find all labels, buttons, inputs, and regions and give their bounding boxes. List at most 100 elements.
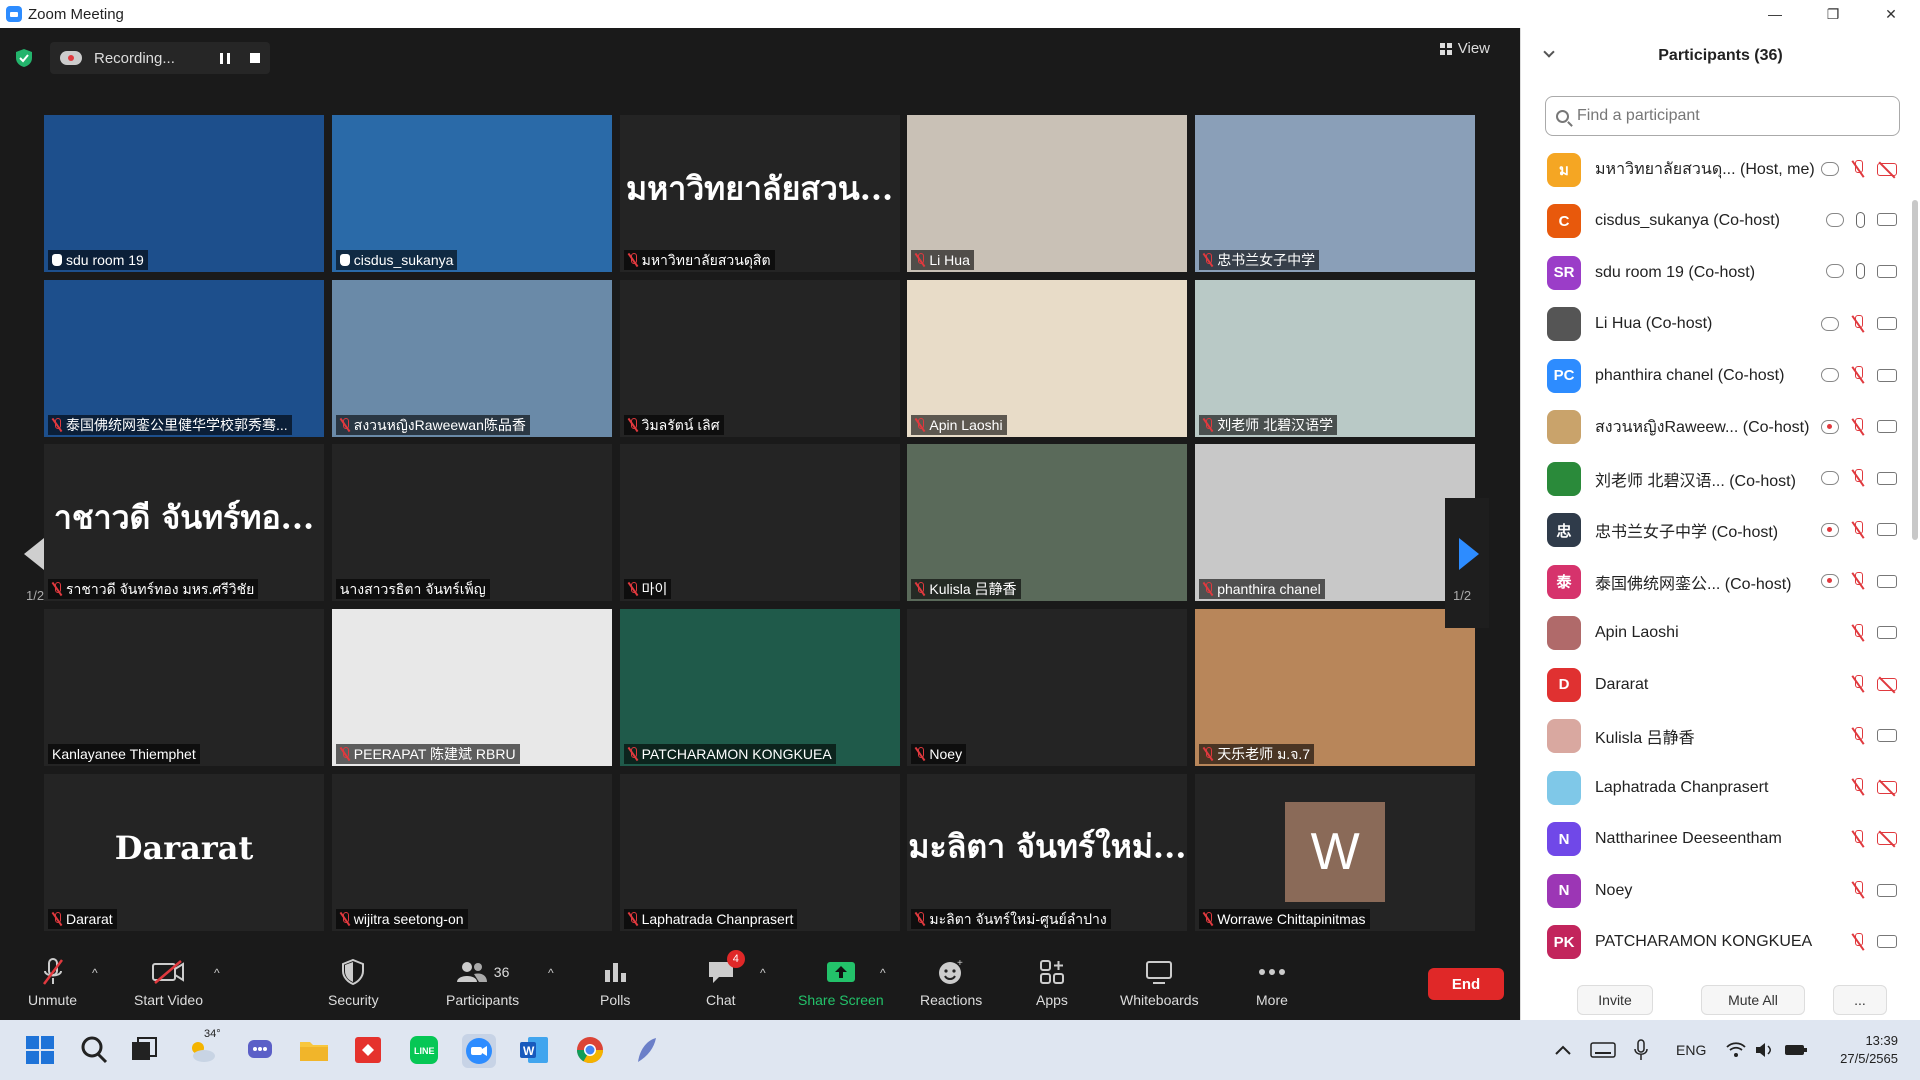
polls-button[interactable]: Polls (600, 956, 630, 1008)
language-indicator[interactable]: ENG (1676, 1020, 1706, 1080)
pause-recording-icon[interactable] (220, 52, 230, 64)
anydesk-icon[interactable] (352, 1034, 386, 1068)
mic-muted-icon[interactable] (1851, 932, 1865, 951)
video-tile[interactable]: 忠书兰女子中学 (1195, 115, 1476, 272)
mic-muted-icon[interactable] (1851, 572, 1865, 590)
mic-muted-icon[interactable] (1851, 623, 1865, 642)
search-icon[interactable] (78, 1034, 112, 1068)
video-tile[interactable]: PEERAPAT 陈建斌 RBRU (331, 609, 612, 767)
file-explorer-icon[interactable] (298, 1034, 332, 1068)
more-button[interactable]: More (1256, 956, 1288, 1008)
chat-options-caret[interactable]: ^ (760, 966, 766, 980)
mic-muted-icon[interactable] (1851, 314, 1865, 333)
participant-row[interactable]: SR sdu room 19 (Co-host) (1521, 247, 1907, 299)
mic-muted-icon[interactable] (1851, 881, 1865, 899)
wifi-icon[interactable] (1726, 1020, 1746, 1080)
word-icon[interactable]: W (518, 1034, 552, 1068)
close-button[interactable]: ✕ (1862, 0, 1920, 28)
mic-muted-icon[interactable] (1851, 675, 1865, 693)
battery-icon[interactable] (1784, 1020, 1808, 1080)
participant-row[interactable]: D Dararat (1521, 659, 1907, 711)
video-on-icon[interactable] (1877, 264, 1897, 278)
collapse-panel-icon[interactable] (1543, 46, 1555, 58)
mic-muted-icon[interactable] (1851, 469, 1865, 487)
participant-row[interactable]: PC phanthira chanel (Co-host) (1521, 350, 1907, 402)
task-view-icon[interactable] (128, 1034, 162, 1068)
participants-button[interactable]: 36 Participants (446, 956, 519, 1008)
mic-muted-icon[interactable] (1851, 829, 1865, 848)
participant-row[interactable]: Laphatrada Chanprasert (1521, 762, 1907, 814)
video-tile[interactable]: PATCHARAMON KONGKUEA (619, 609, 900, 767)
video-tile[interactable]: Dararat Dararat (44, 773, 324, 931)
panel-more-button[interactable]: ... (1833, 985, 1887, 1015)
participant-row[interactable]: N Nattharinee Deeseentham (1521, 814, 1907, 866)
minimize-button[interactable]: — (1746, 0, 1804, 28)
video-tile[interactable]: มะลิตา จันทร์ใหม่... มะลิตา จันทร์ใหม่-ศู… (907, 773, 1188, 931)
video-off-icon[interactable] (1877, 162, 1897, 176)
apps-button[interactable]: Apps (1036, 956, 1068, 1008)
participant-row[interactable]: สงวนหญิงRaweew... (Co-host) (1521, 402, 1907, 454)
video-on-icon[interactable] (1877, 935, 1897, 948)
participant-row[interactable]: PK PATCHARAMON KONGKUEA (1521, 917, 1907, 969)
video-tile[interactable]: Laphatrada Chanprasert (619, 773, 900, 931)
system-clock[interactable]: 13:39 27/5/2565 (1840, 1032, 1898, 1068)
video-tile[interactable]: phanthira chanel (1195, 444, 1476, 602)
video-tile[interactable]: าชาวดี จันทร์ทอ... ราชาวดี จันทร์ทอง มหร.… (44, 444, 324, 602)
video-on-icon[interactable] (1877, 213, 1897, 226)
audio-options-caret[interactable]: ^ (92, 966, 98, 980)
unmute-button[interactable]: Unmute (28, 956, 77, 1008)
video-tile[interactable]: Noey (907, 609, 1188, 767)
video-tile[interactable]: สงวนหญิงRaweewan陈品香 (331, 279, 612, 437)
video-tile[interactable]: นางสาวรธิตา จันทร์เพ็ญ (331, 444, 612, 602)
mic-muted-icon[interactable] (1851, 160, 1865, 178)
video-on-icon[interactable] (1877, 368, 1897, 382)
participant-row[interactable]: Apin Laoshi (1521, 608, 1907, 660)
security-button[interactable]: Security (328, 956, 379, 1008)
mic-muted-icon[interactable] (1851, 417, 1865, 436)
share-screen-button[interactable]: Share Screen (798, 956, 884, 1008)
video-on-icon[interactable] (1877, 729, 1897, 742)
video-off-icon[interactable] (1877, 832, 1897, 845)
video-on-icon[interactable] (1877, 574, 1897, 588)
participant-row[interactable]: Kulisla 吕静香 (1521, 711, 1907, 763)
participant-row[interactable]: 忠忠书兰女子中学 (Co-host) (1521, 505, 1907, 557)
maximize-button[interactable]: ❐ (1804, 0, 1862, 28)
video-tile[interactable]: sdu room 19 (44, 115, 324, 272)
mic-muted-icon[interactable] (1851, 366, 1865, 384)
whiteboards-button[interactable]: Whiteboards (1120, 956, 1199, 1008)
participant-row[interactable]: 泰泰国佛统网銮公... (Co-host) (1521, 556, 1907, 608)
mic-on-icon[interactable] (1856, 211, 1865, 228)
video-on-icon[interactable] (1877, 626, 1897, 639)
video-off-icon[interactable] (1877, 677, 1897, 691)
participant-row[interactable]: Ccisdus_sukanya (Co-host) (1521, 196, 1907, 248)
volume-icon[interactable] (1754, 1020, 1774, 1080)
invite-button[interactable]: Invite (1577, 985, 1653, 1015)
video-tile[interactable]: มหาวิทยาลัยสวน... มหาวิทยาลัยสวนดุสิต (619, 115, 900, 272)
stop-recording-icon[interactable] (250, 53, 260, 63)
start-menu-icon[interactable] (24, 1034, 58, 1068)
security-shield-icon[interactable] (14, 48, 34, 68)
mute-all-button[interactable]: Mute All (1701, 985, 1805, 1015)
keyboard-icon[interactable] (1590, 1020, 1616, 1080)
video-tile[interactable]: wijitra seetong-on (331, 773, 612, 931)
video-tile[interactable]: 마이 (619, 444, 900, 602)
microphone-icon[interactable] (1634, 1020, 1648, 1080)
weather-icon[interactable]: 34° (186, 1028, 221, 1068)
share-options-caret[interactable]: ^ (880, 966, 886, 980)
participant-row[interactable]: ม มหาวิทยาลัยสวนดุ... (Host, me) (1521, 144, 1907, 196)
chrome-icon[interactable] (574, 1034, 608, 1068)
participant-search[interactable] (1545, 96, 1900, 136)
mic-muted-icon[interactable] (1851, 778, 1865, 796)
chat-app-icon[interactable] (244, 1034, 278, 1068)
video-tile[interactable]: 泰国佛统网銮公里健华学校郭秀骞... (44, 279, 324, 437)
video-tile[interactable]: 刘老师 北碧汉语学 (1195, 279, 1476, 437)
participant-row[interactable]: 刘老师 北碧汉语... (Co-host) (1521, 453, 1907, 505)
line-app-icon[interactable]: LINE (408, 1034, 442, 1068)
participant-row[interactable]: N Noey (1521, 865, 1907, 917)
participants-options-caret[interactable]: ^ (548, 966, 554, 980)
video-on-icon[interactable] (1877, 523, 1897, 536)
video-on-icon[interactable] (1877, 317, 1897, 330)
video-tile[interactable]: Li Hua (907, 115, 1188, 272)
participant-row[interactable]: Li Hua (Co-host) (1521, 299, 1907, 351)
participant-list-scrollbar[interactable] (1912, 200, 1918, 540)
